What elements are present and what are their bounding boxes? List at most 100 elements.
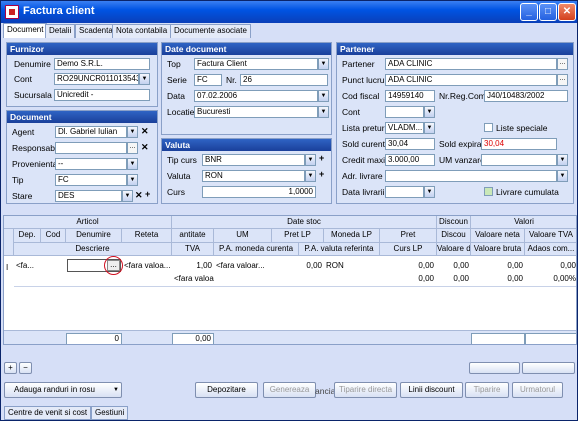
furnizor-sucursala-field[interactable]: Unicredit - — [54, 89, 150, 101]
chevron-down-icon[interactable] — [139, 73, 150, 85]
col-dep[interactable]: Dep. — [14, 229, 41, 243]
tab-scadenta[interactable]: Scadenta — [75, 24, 117, 38]
col-discount[interactable]: Discou — [437, 229, 471, 243]
livrare-cumulata-checkbox[interactable] — [484, 187, 493, 196]
chevron-down-icon[interactable] — [424, 106, 435, 118]
data-field[interactable]: 07.02.2006 — [194, 90, 318, 102]
clear-icon[interactable]: ✕ — [141, 126, 149, 137]
liste-speciale-checkbox[interactable] — [484, 123, 493, 132]
adr-livrare-field[interactable] — [385, 170, 557, 182]
urmatorul-button[interactable]: Urmatorul — [512, 382, 563, 398]
col-tva[interactable]: TVA — [172, 243, 214, 256]
col-cod[interactable]: Cod — [41, 229, 66, 243]
chevron-down-icon[interactable] — [424, 122, 435, 134]
chevron-down-icon[interactable] — [305, 154, 316, 166]
col-pret[interactable]: Pret — [380, 229, 437, 243]
curs-field[interactable]: 1,0000 — [202, 186, 316, 198]
col-valoare-tva[interactable]: Valoare TVA — [525, 229, 576, 243]
tiparire-directa-button[interactable]: Tiparire directa — [334, 382, 397, 398]
col-reteta[interactable]: Reteta — [122, 229, 172, 243]
chevron-down-icon[interactable] — [127, 126, 138, 138]
col-adaos-comercial[interactable]: Adaos com... — [525, 243, 576, 256]
add-icon[interactable]: + — [319, 153, 324, 163]
furnizor-denumire-field[interactable]: Demo S.R.L. — [54, 58, 150, 70]
cell-adaos[interactable]: 0,00% — [527, 273, 576, 285]
col-descriere[interactable]: Descriere — [14, 243, 172, 256]
furnizor-cont-field[interactable]: RO29UNCR0110135436 — [54, 73, 139, 85]
col-moneda-lp[interactable]: Moneda LP — [324, 229, 380, 243]
tab-documente-asociate[interactable]: Documente asociate — [170, 24, 251, 38]
agent-field[interactable]: Dl. Gabriel Iulian — [55, 126, 127, 138]
genereaza-button[interactable]: Genereaza — [263, 382, 316, 398]
status-gestiuni[interactable]: Gestiuni — [91, 406, 129, 420]
status-centre-venit[interactable]: Centre de venit si cost — [4, 406, 92, 420]
col-cantitate[interactable]: antitate — [172, 229, 214, 243]
top-field[interactable]: Factura Client — [194, 58, 318, 70]
partener-field[interactable]: ADA CLINIC — [385, 58, 557, 70]
col-pret-lp[interactable]: Pret LP — [272, 229, 324, 243]
valuta-field[interactable]: RON — [202, 170, 305, 182]
responsabil-field[interactable] — [55, 142, 127, 154]
add-icon[interactable]: + — [319, 169, 324, 179]
scroll-box-1[interactable] — [469, 362, 520, 374]
add-row-button[interactable]: + — [4, 362, 17, 374]
cell-dep[interactable]: <fa... — [16, 260, 40, 272]
provenienta-field[interactable]: -- — [55, 158, 127, 170]
chevron-down-icon[interactable] — [127, 158, 138, 170]
depozitare-button[interactable]: Depozitare — [195, 382, 258, 398]
cell-tva[interactable]: <fara valoa... — [174, 273, 214, 285]
cod-fiscal-field[interactable]: 14959140 — [385, 90, 435, 102]
tiparire-button[interactable]: Tiparire — [465, 382, 509, 398]
cell-discount[interactable]: 0,00 — [439, 260, 469, 272]
cell-um[interactable]: <fara valoar... — [216, 260, 272, 272]
cell-pret[interactable]: 0,00 — [382, 260, 434, 272]
chevron-down-icon[interactable] — [127, 174, 138, 186]
cell-cantitate[interactable]: 1,00 — [174, 260, 212, 272]
browse-icon[interactable]: ... — [127, 142, 138, 154]
chevron-down-icon[interactable] — [305, 170, 316, 182]
add-icon[interactable]: + — [145, 189, 150, 199]
cell-valoare-neta[interactable]: 0,00 — [473, 260, 523, 272]
adauga-randuri-dropdown[interactable]: Adauga randuri in rosu ▼ — [4, 382, 122, 398]
browse-icon[interactable]: ... — [557, 58, 568, 70]
cell-valoare-tva[interactable]: 0,00 — [527, 260, 576, 272]
col-valoare-neta[interactable]: Valoare neta — [471, 229, 525, 243]
chevron-down-icon[interactable] — [318, 58, 329, 70]
cell-pret-lp[interactable]: 0,00 — [274, 260, 322, 272]
col-pa-valuta-referinta[interactable]: P.A. valuta referinta — [299, 243, 380, 256]
cell-valoare-bruta[interactable]: 0,00 — [473, 273, 523, 285]
remove-row-button[interactable]: − — [19, 362, 32, 374]
tab-nota-contabila[interactable]: Nota contabila — [112, 24, 172, 38]
locatie-field[interactable]: Bucuresti — [194, 106, 318, 118]
nr-field[interactable]: 26 — [240, 74, 328, 86]
lista-preturi-field[interactable]: VLADM... — [385, 122, 424, 134]
linii-discount-button[interactable]: Linii discount — [400, 382, 463, 398]
clear-icon[interactable]: ✕ — [135, 190, 143, 201]
chevron-down-icon[interactable] — [122, 190, 133, 202]
browse-icon[interactable]: ... — [557, 74, 568, 86]
chevron-down-icon[interactable] — [318, 106, 329, 118]
col-curs-lp[interactable]: Curs LP — [380, 243, 437, 256]
punct-lucru-field[interactable]: ADA CLINIC — [385, 74, 557, 86]
chevron-down-icon[interactable] — [557, 154, 568, 166]
stare-field[interactable]: DES — [55, 190, 122, 202]
cell-valoare-discount[interactable]: 0,00 — [439, 273, 469, 285]
tab-detalii[interactable]: Detalii — [45, 24, 76, 38]
chevron-down-icon[interactable] — [557, 170, 568, 182]
serie-field[interactable]: FC — [194, 74, 222, 86]
cell-reteta[interactable]: <fara valoa... — [124, 260, 172, 272]
maximize-button[interactable]: □ — [539, 3, 557, 21]
tab-document[interactable]: Document — [3, 23, 48, 38]
col-um[interactable]: UM — [214, 229, 272, 243]
clear-icon[interactable]: ✕ — [141, 142, 149, 153]
close-button[interactable]: ✕ — [558, 3, 576, 21]
um-vanzare-field[interactable] — [481, 154, 557, 166]
col-denumire[interactable]: Denumire — [66, 229, 122, 243]
nr-reg-com-field[interactable]: J40/10483/2002 — [484, 90, 568, 102]
chevron-down-icon[interactable] — [318, 90, 329, 102]
minimize-button[interactable]: _ — [520, 3, 538, 21]
scroll-box-2[interactable] — [522, 362, 575, 374]
col-valoare-bruta[interactable]: Valoare bruta — [471, 243, 525, 256]
chevron-down-icon[interactable] — [424, 186, 435, 198]
tip-curs-field[interactable]: BNR — [202, 154, 305, 166]
